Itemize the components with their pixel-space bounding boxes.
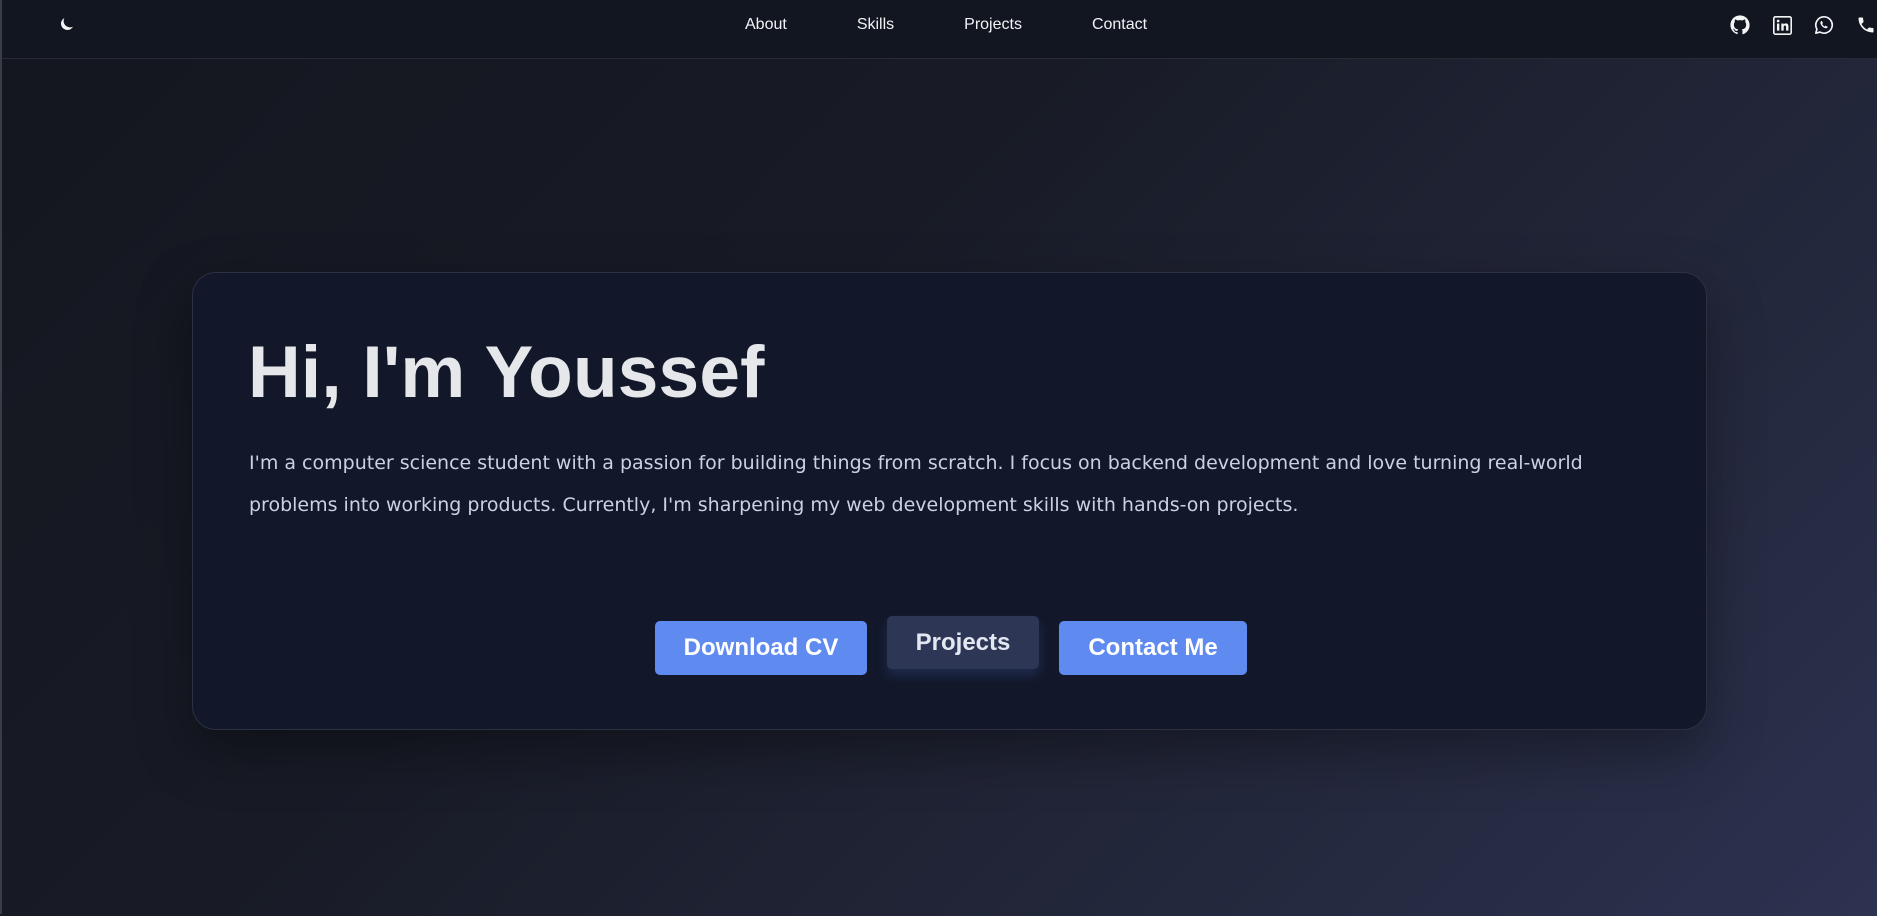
hero-actions: Download CV Projects Contact Me — [655, 616, 1247, 676]
github-icon — [1730, 15, 1750, 35]
social-icons — [1729, 14, 1877, 36]
projects-button[interactable]: Projects — [887, 616, 1039, 669]
nav-links: About Skills Projects Contact — [745, 0, 1147, 50]
hero-title: Hi, I'm Youssef — [248, 332, 765, 413]
github-link[interactable] — [1729, 14, 1751, 36]
hero-description: I'm a computer science student with a pa… — [249, 452, 1583, 516]
nav-link-skills[interactable]: Skills — [857, 16, 894, 34]
phone-link[interactable] — [1855, 14, 1877, 36]
whatsapp-icon — [1814, 15, 1834, 35]
linkedin-icon — [1772, 15, 1792, 35]
hero-card: Hi, I'm Youssef I'm a computer science s… — [192, 272, 1707, 730]
navbar: About Skills Projects Contact — [2, 0, 1877, 59]
nav-link-contact[interactable]: Contact — [1092, 16, 1147, 34]
theme-toggle-button[interactable] — [56, 13, 78, 35]
contact-me-button[interactable]: Contact Me — [1059, 621, 1247, 675]
moon-icon — [61, 18, 73, 30]
phone-icon — [1858, 17, 1874, 33]
download-cv-button[interactable]: Download CV — [655, 621, 867, 675]
whatsapp-link[interactable] — [1813, 14, 1835, 36]
nav-link-projects[interactable]: Projects — [964, 16, 1022, 34]
linkedin-link[interactable] — [1771, 14, 1793, 36]
nav-link-about[interactable]: About — [745, 16, 787, 34]
